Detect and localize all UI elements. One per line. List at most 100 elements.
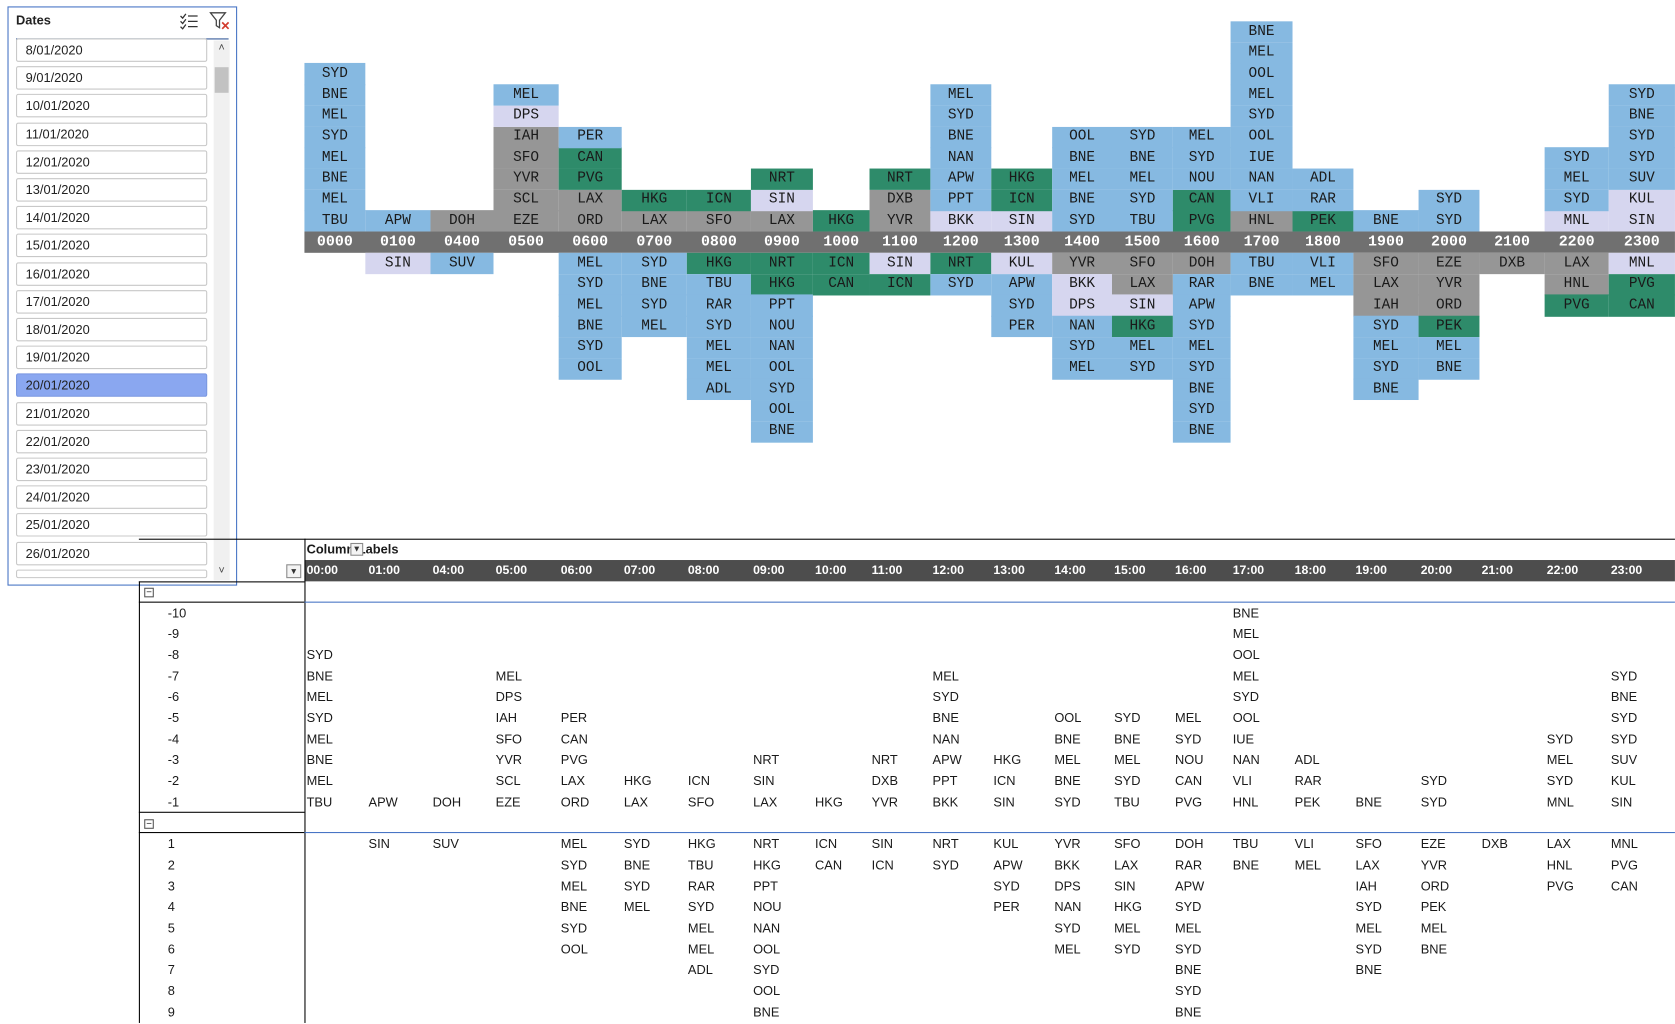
scroll-thumb[interactable] — [214, 67, 229, 93]
arrival-cell: YVR — [869, 210, 931, 232]
pivot-value: BNE — [1232, 857, 1260, 873]
date-option[interactable]: 14/01/2020 — [16, 206, 208, 230]
pivot-value: SYD — [1054, 920, 1081, 936]
row-label: -2 — [167, 773, 180, 789]
row-label: 2 — [167, 857, 175, 873]
pivot-value: SYD — [753, 962, 780, 978]
clear-filter-icon[interactable] — [209, 12, 230, 31]
pivot-value: DPS — [495, 689, 523, 705]
departure-cell: PPT — [750, 294, 813, 317]
pivot-value: LAX — [1546, 836, 1571, 852]
departure-cell: SFO — [1353, 252, 1419, 275]
departure-cell: SYD — [1353, 357, 1419, 380]
departure-cell: IAH — [1353, 294, 1419, 317]
pivot-value: KUL — [1610, 773, 1636, 789]
column-header: 16:00 — [1175, 564, 1207, 578]
departure-cell: SIN — [869, 252, 931, 275]
departure-cell: LAX — [1353, 273, 1419, 296]
column-header: 09:00 — [753, 564, 785, 578]
date-option[interactable]: 23/01/2020 — [16, 457, 208, 482]
date-option[interactable]: 17/01/2020 — [16, 289, 208, 314]
departure-cell: SYD — [930, 273, 992, 296]
hour-label: 1300 — [1003, 233, 1040, 251]
arrival-cell: SYD — [1052, 210, 1112, 232]
pivot-value: MEL — [1355, 920, 1382, 936]
arrival-cell: NAN — [930, 147, 992, 169]
pivot-value: RAR — [1294, 773, 1322, 789]
departure-cell: DXB — [1479, 252, 1545, 275]
pivot-value: MEL — [1546, 752, 1574, 768]
pivot-value: LAX — [560, 773, 586, 789]
pivot-value: MEL — [495, 668, 523, 684]
date-option[interactable]: 8/01/2020 — [16, 38, 208, 62]
pivot-value: SYD — [1420, 773, 1448, 789]
arrival-cell: MNL — [1544, 210, 1609, 232]
slicer-scrollbar[interactable]: ˄ ˅ — [213, 40, 230, 581]
date-option[interactable]: 22/01/2020 — [16, 429, 208, 454]
date-option[interactable]: 25/01/2020 — [16, 513, 208, 537]
pivot-value: SYD — [306, 647, 333, 663]
date-option[interactable]: 15/01/2020 — [16, 234, 208, 258]
column-header: 19:00 — [1355, 564, 1387, 578]
date-option[interactable]: 21/01/2020 — [16, 401, 208, 426]
date-option[interactable]: 9/01/2020 — [16, 66, 208, 90]
departure-cell: PER — [991, 315, 1053, 338]
scroll-down-icon[interactable]: ˅ — [214, 564, 230, 579]
arrival-cell: KUL — [1608, 189, 1675, 211]
arrival-cell: SYD — [1608, 126, 1675, 148]
date-option[interactable]: 11/01/2020 — [16, 122, 208, 146]
departure-cell: BNE — [750, 420, 813, 443]
row-label: 6 — [167, 941, 175, 957]
date-option[interactable]: 13/01/2020 — [16, 178, 208, 202]
date-option-partial[interactable] — [16, 569, 208, 579]
departure-cell: KUL — [991, 252, 1053, 275]
expand-collapse-icon[interactable]: − — [144, 587, 154, 598]
hour-label: 0900 — [763, 233, 800, 251]
column-filter-dropdown-icon[interactable]: ▼ — [350, 542, 364, 556]
date-option[interactable]: 16/01/2020 — [16, 261, 208, 286]
column-header: 08:00 — [687, 564, 720, 578]
arrival-cell: CAN — [1172, 189, 1231, 211]
pivot-value: MNL — [1546, 794, 1574, 810]
departure-cell: SYD — [1172, 399, 1231, 422]
hour-label: 2200 — [1558, 233, 1595, 251]
multi-select-icon[interactable] — [179, 13, 198, 30]
arrival-cell: PEK — [1292, 210, 1354, 232]
hour-label: 1900 — [1368, 233, 1404, 251]
hour-label: 0700 — [636, 233, 673, 251]
pivot-value: BNE — [1610, 689, 1638, 705]
pivot-value: MEL — [623, 899, 651, 915]
pivot-value: EZE — [1420, 836, 1446, 852]
pivot-value: HKG — [815, 794, 843, 810]
departure-cell: PVG — [1544, 294, 1609, 317]
pivot-value: MEL — [1054, 941, 1081, 957]
departure-cell: MEL — [558, 252, 622, 275]
hour-label: 0800 — [700, 233, 737, 251]
arrival-cell: MEL — [930, 84, 992, 106]
dates-slicer[interactable]: Dates 8/01/2020 9/01/2020 10/01/2020 11/01/… — [7, 6, 238, 586]
departure-cell: SUV — [430, 252, 494, 275]
pivot-value: DXB — [1481, 836, 1508, 852]
departure-cell: DPS — [1052, 294, 1112, 317]
pivot-value: MEL — [687, 920, 715, 936]
departure-cell: SYD — [558, 336, 622, 359]
row-filter-dropdown-icon[interactable]: ▼ — [286, 564, 302, 579]
row-label: -7 — [167, 668, 180, 684]
date-option[interactable]: 12/01/2020 — [16, 150, 208, 174]
departure-cell: SYD — [1052, 336, 1112, 359]
date-option[interactable]: 26/01/2020 — [16, 541, 208, 565]
departure-cell: BNE — [558, 315, 622, 338]
date-option[interactable]: 24/01/2020 — [16, 485, 208, 510]
expand-collapse-icon[interactable]: − — [144, 818, 154, 829]
date-option[interactable]: 20/01/2020 — [16, 373, 208, 398]
date-option[interactable]: 10/01/2020 — [16, 94, 208, 118]
date-option[interactable]: 18/01/2020 — [16, 317, 208, 342]
scroll-up-icon[interactable]: ˄ — [214, 42, 230, 57]
pivot-value: OOL — [1232, 647, 1260, 663]
arrival-cell: SYD — [930, 105, 992, 127]
departure-cell: SYD — [991, 294, 1053, 317]
date-option[interactable]: 19/01/2020 — [16, 345, 208, 370]
pivot-value: IAH — [495, 710, 518, 726]
departure-cell: SYD — [1353, 315, 1419, 338]
column-header: 04:00 — [432, 564, 465, 578]
